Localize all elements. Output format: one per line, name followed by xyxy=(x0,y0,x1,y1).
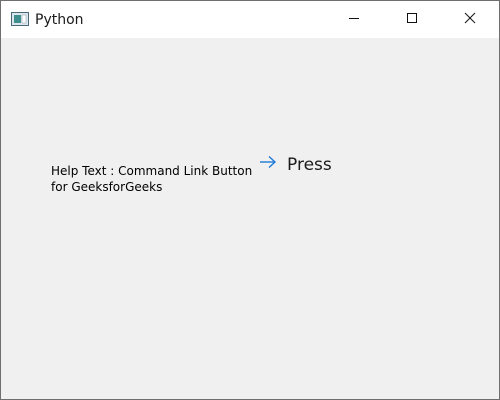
window-title: Python xyxy=(35,12,84,28)
arrow-right-icon xyxy=(259,155,277,169)
main-content: Help Text : Command Link Button for Geek… xyxy=(1,38,499,399)
maximize-button[interactable] xyxy=(389,1,435,38)
help-text-label: Help Text : Command Link Button for Geek… xyxy=(51,164,257,194)
minimize-icon xyxy=(348,11,360,29)
app-window: Python Help Text : Command Link Button f… xyxy=(0,0,500,400)
close-button[interactable] xyxy=(447,1,493,38)
command-link-label: Press xyxy=(287,155,332,175)
title-bar[interactable]: Python xyxy=(1,1,499,38)
app-window-icon xyxy=(11,12,29,26)
press-command-link-button[interactable]: Press xyxy=(255,150,338,180)
minimize-button[interactable] xyxy=(331,1,377,38)
close-icon xyxy=(464,11,476,29)
maximize-icon xyxy=(406,11,418,29)
